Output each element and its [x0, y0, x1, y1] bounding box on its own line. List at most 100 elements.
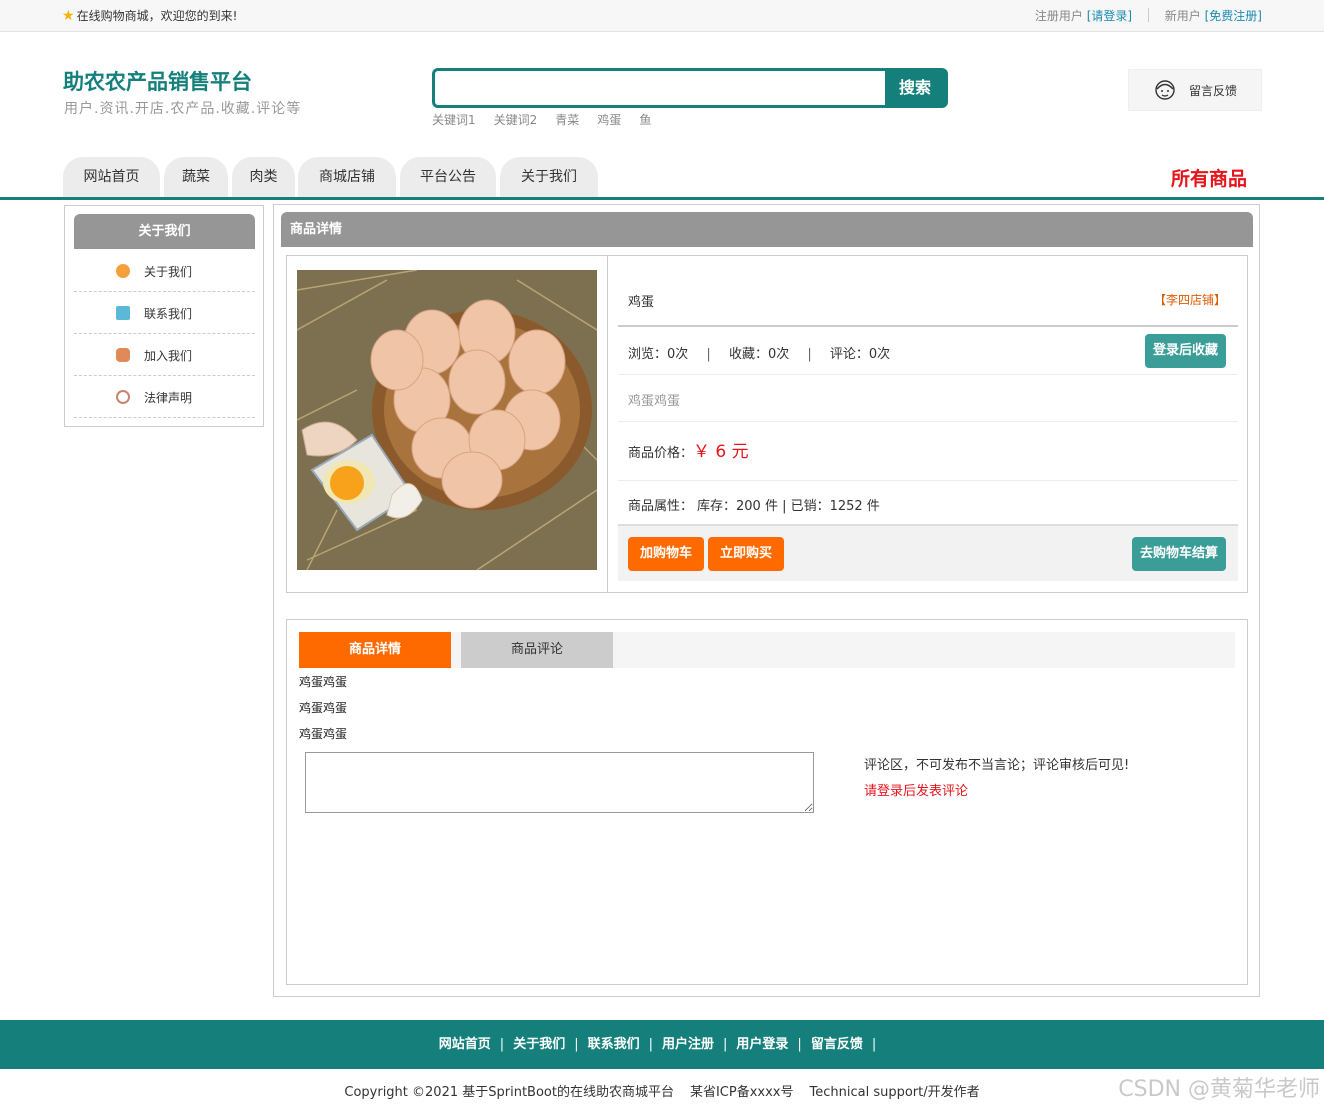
footer-link-login[interactable]: 用户登录 — [736, 1037, 788, 1052]
top-bar: ★ 在线购物商城，欢迎您的到来! 注册用户 [请登录] 新用户 [免费注册] — [0, 0, 1324, 32]
attr-label: 商品属性： — [628, 499, 694, 514]
sidebar-title: 关于我们 — [74, 214, 255, 249]
divider — [1147, 8, 1149, 22]
checkout-button[interactable]: 去购物车结算 — [1132, 537, 1226, 571]
new-user-label: 新用户 — [1164, 9, 1201, 23]
eggs-basket-image — [297, 270, 597, 570]
footer-link-about[interactable]: 关于我们 — [513, 1037, 565, 1052]
search-box: 搜索 — [432, 68, 948, 108]
product-stats-row: 浏览：0次 | 收藏：0次 | 评论：0次 登录后收藏 — [618, 327, 1238, 375]
nav-tab-vegetables[interactable]: 蔬菜 — [164, 157, 228, 197]
register-link[interactable]: [免费注册] — [1205, 9, 1262, 23]
product-name-row: 鸡蛋 【李四店铺】 — [618, 256, 1238, 327]
sidebar-item-label: 联系我们 — [144, 307, 193, 321]
product-price-row: 商品价格： ￥ 6 元 — [618, 422, 1238, 481]
product-attr-row: 商品属性： 库存：200 件 | 已销：1252 件 — [618, 481, 1238, 526]
hot-keyword[interactable]: 关键词1 — [432, 113, 476, 127]
support-text: Technical support/开发作者 — [809, 1085, 980, 1100]
buy-now-button[interactable]: 立即购买 — [708, 537, 784, 571]
star-icon: ★ — [62, 8, 75, 24]
all-products-link[interactable]: 所有商品 — [1171, 164, 1247, 191]
power-icon — [116, 390, 130, 404]
product-image — [297, 270, 597, 570]
sidebar-item-label: 加入我们 — [144, 349, 193, 363]
footer-link-feedback[interactable]: 留言反馈 — [811, 1037, 863, 1052]
add-cart-button[interactable]: 加购物车 — [628, 537, 704, 571]
detail-line: 鸡蛋鸡蛋 — [299, 701, 348, 715]
views-count: 浏览：0次 — [628, 347, 689, 362]
hot-keyword[interactable]: 鱼 — [639, 113, 651, 127]
footer-nav: 网站首页 | 关于我们 | 联系我们 | 用户注册 | 用户登录 | 留言反馈 | — [0, 1020, 1324, 1069]
product-summary-row: 鸡蛋鸡蛋 — [618, 375, 1238, 422]
feedback-button[interactable]: 留言反馈 — [1128, 69, 1262, 111]
copyright-text: Copyright ©2021 基于SprintBoot的在线助农商城平台 — [344, 1085, 674, 1100]
footer-link-register[interactable]: 用户注册 — [662, 1037, 714, 1052]
feedback-label: 留言反馈 — [1189, 84, 1238, 98]
icp-text: 某省ICP备xxxx号 — [689, 1085, 794, 1100]
sidebar-item-contact[interactable]: 联系我们 — [74, 292, 255, 334]
product-stats: 浏览：0次 | 收藏：0次 | 评论：0次 — [628, 347, 891, 362]
product-panel: 鸡蛋 【李四店铺】 浏览：0次 | 收藏：0次 | 评论：0次 登录后收藏 鸡蛋… — [286, 255, 1248, 593]
nav-tab-home[interactable]: 网站首页 — [63, 157, 160, 197]
footer-link-contact[interactable]: 联系我们 — [588, 1037, 640, 1052]
detail-line: 鸡蛋鸡蛋 — [299, 675, 348, 689]
detail-panel: 商品详情 商品评论 鸡蛋鸡蛋 鸡蛋鸡蛋 鸡蛋鸡蛋 评论区，不可发布不当言论；评论… — [286, 619, 1248, 985]
comment-notice: 评论区，不可发布不当言论；评论审核后可见! — [864, 758, 1130, 773]
nav-tab-notices[interactable]: 平台公告 — [400, 157, 496, 197]
product-name: 鸡蛋 — [628, 295, 655, 310]
favorite-button[interactable]: 登录后收藏 — [1145, 334, 1226, 368]
site-title[interactable]: 助农农产品销售平台 — [63, 66, 252, 96]
tab-product-comments[interactable]: 商品评论 — [461, 632, 613, 668]
lock-icon — [116, 348, 130, 362]
footer-separator: | — [499, 1037, 505, 1052]
comment-input[interactable] — [305, 752, 814, 813]
watermark: CSDN @黄菊华老师 — [1118, 1077, 1320, 1102]
hot-keyword[interactable]: 关键词2 — [494, 113, 538, 127]
search-button[interactable]: 搜索 — [885, 71, 945, 105]
welcome-label: 在线购物商城，欢迎您的到来! — [76, 9, 238, 23]
price-label: 商品价格： — [628, 446, 694, 461]
sidebar-item-about[interactable]: 关于我们 — [74, 250, 255, 292]
main-content: 商品详情 鸡蛋 【李四店铺】 浏览：0次 | 收藏：0次 | 评论：0次 登录后… — [273, 204, 1260, 997]
stock-info: 库存：200 件 | 已销：1252 件 — [697, 499, 880, 514]
registered-user-label: 注册用户 — [1034, 9, 1083, 23]
favorites-count: 收藏：0次 — [728, 347, 790, 362]
detail-line: 鸡蛋鸡蛋 — [299, 727, 348, 741]
sidebar-item-legal[interactable]: 法律声明 — [74, 376, 255, 418]
login-link[interactable]: [请登录] — [1087, 9, 1132, 23]
account-links: 注册用户 [请登录] 新用户 [免费注册] — [1035, 7, 1262, 24]
footer-link-home[interactable]: 网站首页 — [439, 1037, 491, 1052]
main-nav: 网站首页 蔬菜 肉类 商城店铺 平台公告 关于我们 所有商品 — [0, 157, 1324, 200]
nav-tab-meat[interactable]: 肉类 — [232, 157, 295, 197]
comments-count: 评论：0次 — [829, 347, 891, 362]
hot-keyword[interactable]: 鸡蛋 — [597, 113, 621, 127]
purchase-actions: 加购物车 立即购买 去购物车结算 — [618, 526, 1238, 581]
info-icon — [116, 264, 130, 278]
footer-separator: | — [797, 1037, 802, 1052]
nav-tab-about[interactable]: 关于我们 — [500, 157, 598, 197]
sidebar-item-label: 关于我们 — [144, 265, 193, 279]
hot-keyword[interactable]: 青菜 — [555, 113, 579, 127]
footer-separator: | — [723, 1037, 728, 1052]
sidebar-item-join[interactable]: 加入我们 — [74, 334, 255, 376]
detail-tabs: 商品详情 商品评论 — [299, 632, 1235, 668]
tab-product-detail[interactable]: 商品详情 — [299, 632, 451, 668]
footer-separator: | — [574, 1037, 579, 1052]
hot-keywords: 关键词1 关键词2 青菜 鸡蛋 鱼 — [432, 111, 669, 128]
product-summary: 鸡蛋鸡蛋 — [628, 394, 681, 409]
nav-tab-shops[interactable]: 商城店铺 — [298, 157, 396, 197]
shop-link[interactable]: 【李四店铺】 — [1154, 291, 1226, 308]
footer-separator: | — [648, 1037, 653, 1052]
product-info: 鸡蛋 【李四店铺】 浏览：0次 | 收藏：0次 | 评论：0次 登录后收藏 鸡蛋… — [618, 256, 1238, 592]
site-subtitle: 用户.资讯.开店.农产品.收藏.评论等 — [64, 101, 302, 117]
product-price: ￥ 6 元 — [693, 442, 749, 462]
comment-login-link[interactable]: 请登录后发表评论 — [864, 780, 968, 799]
panel-title: 商品详情 — [281, 212, 1253, 247]
customer-service-icon — [1155, 80, 1175, 100]
clipboard-icon — [116, 306, 130, 320]
search-input[interactable] — [435, 71, 885, 105]
welcome-text: ★ 在线购物商城，欢迎您的到来! — [62, 7, 237, 24]
footer-separator: | — [871, 1037, 877, 1052]
divider — [607, 256, 608, 592]
sidebar-item-label: 法律声明 — [144, 391, 193, 405]
